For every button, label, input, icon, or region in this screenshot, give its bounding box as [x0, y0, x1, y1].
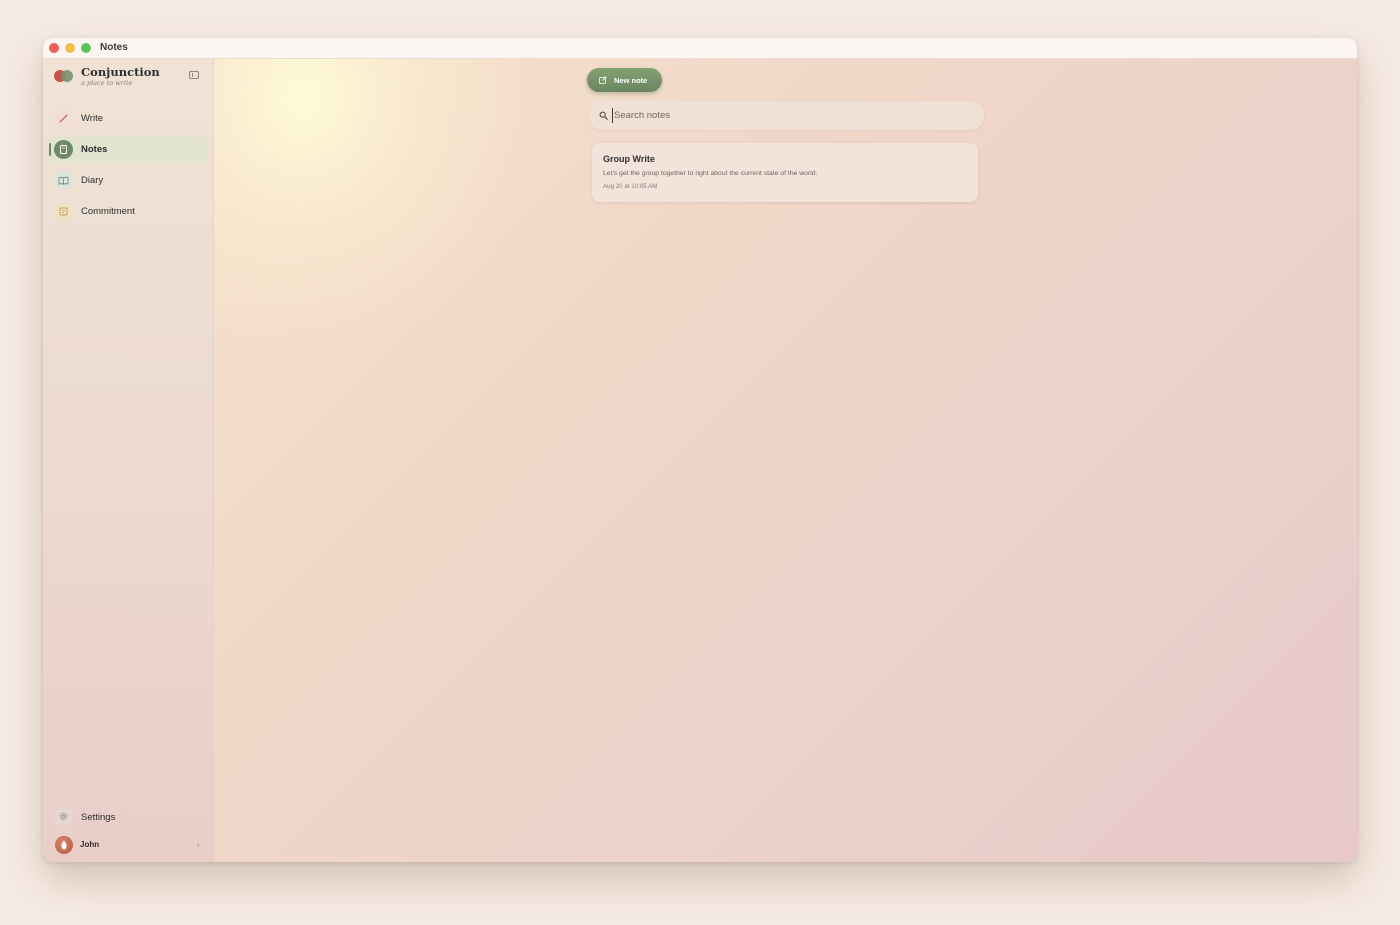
note-snippet: Let's get the group together to right ab…	[603, 170, 818, 177]
sidebar-item-diary[interactable]: Diary	[49, 167, 208, 194]
brand-logo-icon	[54, 70, 74, 82]
sidebar-item-label: Notes	[81, 144, 108, 155]
compose-icon	[599, 76, 607, 84]
avatar	[55, 836, 73, 854]
title-bar: Notes	[43, 38, 1357, 59]
sidebar-item-notes[interactable]: Notes	[49, 136, 208, 163]
brand-tagline: a place to write	[81, 79, 133, 87]
search-input[interactable]	[612, 108, 974, 123]
gear-icon	[54, 807, 73, 826]
app-window: Notes Conjunction a place to write Write…	[43, 38, 1357, 862]
pencil-icon	[54, 109, 73, 128]
sidebar-item-settings[interactable]: Settings	[49, 805, 208, 829]
sidebar-toggle-icon[interactable]	[189, 71, 199, 79]
user-profile[interactable]: John ›	[49, 834, 208, 856]
brand-name: Conjunction	[81, 65, 160, 79]
main-content: New note Group Write Let's get the group…	[214, 59, 1357, 862]
new-note-label: New note	[614, 76, 648, 85]
calendar-icon	[54, 202, 73, 221]
notebook-icon	[54, 140, 73, 159]
settings-label: Settings	[81, 812, 116, 823]
sidebar-item-label: Write	[81, 113, 103, 124]
new-note-button[interactable]: New note	[587, 68, 662, 92]
zoom-window-button[interactable]	[81, 43, 91, 53]
note-title: Group Write	[603, 154, 655, 164]
search-icon	[599, 111, 608, 120]
user-name: John	[80, 840, 100, 849]
sidebar-item-label: Diary	[81, 175, 104, 186]
note-card[interactable]: Group Write Let's get the group together…	[592, 143, 978, 202]
window-title: Notes	[100, 42, 128, 53]
book-icon	[54, 171, 73, 190]
sidebar-item-label: Commitment	[81, 206, 135, 217]
active-indicator	[49, 143, 51, 156]
search-box[interactable]	[589, 101, 984, 130]
minimize-window-button[interactable]	[65, 43, 75, 53]
sidebar-item-write[interactable]: Write	[49, 105, 208, 132]
sidebar: Conjunction a place to write Write Notes…	[43, 59, 214, 862]
close-window-button[interactable]	[49, 43, 59, 53]
chevron-right-icon: ›	[197, 840, 200, 849]
sidebar-item-commitment[interactable]: Commitment	[49, 198, 208, 225]
note-date: Aug 20 at 10:05 AM	[603, 183, 658, 190]
